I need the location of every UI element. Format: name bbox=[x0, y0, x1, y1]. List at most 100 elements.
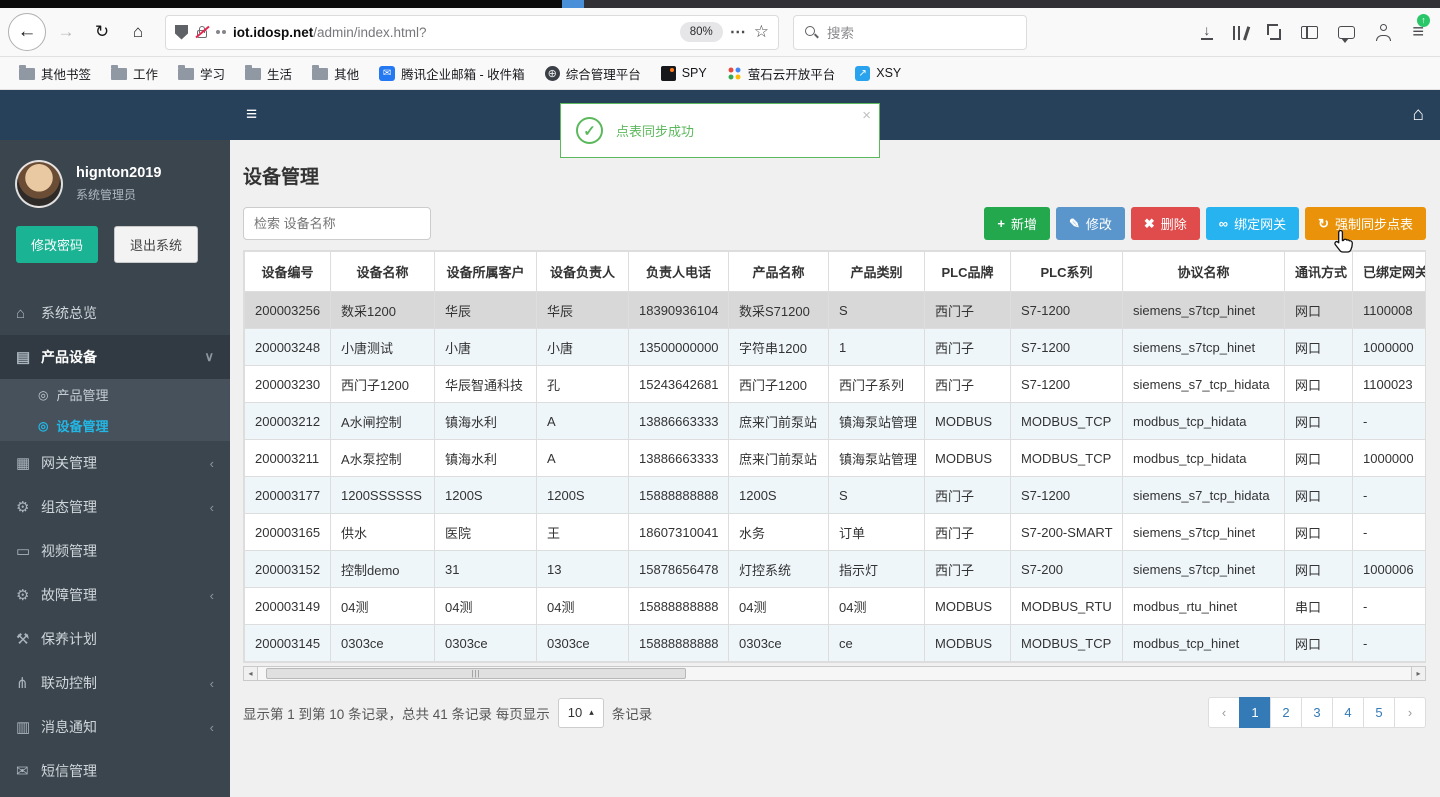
horizontal-scrollbar[interactable]: ◂ ||| ▸ bbox=[243, 666, 1426, 681]
page-number-button[interactable]: 1 bbox=[1239, 697, 1271, 728]
back-button[interactable]: ← bbox=[8, 13, 46, 51]
shield-icon[interactable] bbox=[175, 24, 188, 40]
table-row[interactable]: 200003145 0303ce 0303ce 0303ce 15888888888 03… bbox=[244, 624, 1425, 662]
column-header[interactable]: 设备所属客户 bbox=[434, 251, 537, 292]
link-icon: ∞ bbox=[1218, 216, 1229, 231]
bookmark-item[interactable]: 工作 bbox=[102, 60, 167, 87]
bookmark-item[interactable]: ✉ 腾讯企业邮箱 - 收件箱 bbox=[370, 60, 534, 87]
bookmark-item[interactable]: 萤石云开放平台 bbox=[718, 60, 845, 87]
sidebar-item-6[interactable]: ⚒ 保养计划 bbox=[0, 617, 230, 661]
device-search-input[interactable] bbox=[243, 207, 431, 240]
column-header[interactable]: 设备负责人 bbox=[536, 251, 629, 292]
page-number-button[interactable]: 5 bbox=[1363, 697, 1395, 728]
browser-home-button[interactable]: ⌂ bbox=[122, 16, 154, 48]
table-cell: S7-200 bbox=[1010, 550, 1123, 588]
url-bar[interactable]: iot.idosp.net/admin/index.html? 80% ⋯ ☆ bbox=[166, 15, 778, 49]
change-password-button[interactable]: 修改密码 bbox=[16, 226, 99, 263]
delete-button[interactable]: ✖ 删除 bbox=[1130, 207, 1200, 240]
column-header[interactable]: 产品类别 bbox=[828, 251, 925, 292]
sidebar-item-7[interactable]: ⋔ 联动控制 ‹ bbox=[0, 661, 230, 705]
sidebar-subitem-1-0[interactable]: ◎ 产品管理 bbox=[0, 379, 230, 410]
add-button[interactable]: + 新增 bbox=[984, 207, 1050, 240]
bookmark-star-icon[interactable]: ☆ bbox=[754, 22, 769, 42]
menu-icon[interactable]: ≡ ↑ bbox=[1412, 13, 1430, 44]
messages-icon[interactable] bbox=[1338, 25, 1356, 43]
sidebar-item-4[interactable]: ▭ 视频管理 bbox=[0, 529, 230, 573]
column-header[interactable]: PLC品牌 bbox=[924, 251, 1011, 292]
column-header[interactable]: 设备编号 bbox=[244, 251, 331, 292]
table-cell: MODBUS bbox=[924, 587, 1011, 625]
sidebar-toggle-icon[interactable] bbox=[1301, 25, 1319, 39]
column-header[interactable]: 通讯方式 bbox=[1284, 251, 1353, 292]
sidebar-item-8[interactable]: ▥ 消息通知 ‹ bbox=[0, 705, 230, 749]
scrollbar-track[interactable]: ||| bbox=[258, 666, 1411, 681]
sidebar-subitem-1-1[interactable]: ◎ 设备管理 bbox=[0, 410, 230, 441]
scroll-left-arrow[interactable]: ◂ bbox=[243, 666, 258, 681]
table-row[interactable]: 200003256 数采1200 华辰 华辰 18390936104 数采S71200 S 西… bbox=[244, 291, 1425, 329]
browser-search-bar[interactable]: 搜索 bbox=[794, 15, 1026, 49]
force-sync-button[interactable]: ↻ 强制同步点表 bbox=[1305, 207, 1426, 240]
bookmark-item[interactable]: 其他书签 bbox=[10, 60, 100, 87]
bookmark-item[interactable]: ↗ XSY bbox=[846, 62, 910, 85]
table-row[interactable]: 200003230 西门子1200 华辰智通科技孔 15243642681 西门子120… bbox=[244, 365, 1425, 403]
column-header[interactable]: 产品名称 bbox=[728, 251, 829, 292]
table-cell: - bbox=[1352, 513, 1425, 551]
bookmark-item[interactable]: ⊕ 综合管理平台 bbox=[536, 60, 650, 87]
table-cell: 0303ce bbox=[330, 624, 435, 662]
table-row[interactable]: 200003248 小唐测试 小唐 小唐 13500000000 字符串1200 1 西门子 S… bbox=[244, 328, 1425, 366]
sidebar-item-2[interactable]: ▦ 网关管理 ‹ bbox=[0, 441, 230, 485]
download-icon[interactable]: ↓ bbox=[1200, 23, 1213, 40]
permissions-icon[interactable] bbox=[216, 30, 226, 34]
page-actions-icon[interactable]: ⋯ bbox=[730, 22, 747, 42]
sidebar-item-9[interactable]: ✉ 短信管理 bbox=[0, 749, 230, 793]
reload-button[interactable]: ↻ bbox=[86, 16, 118, 48]
page-number-button[interactable]: 3 bbox=[1301, 697, 1333, 728]
scroll-right-arrow[interactable]: ▸ bbox=[1411, 666, 1426, 681]
success-check-icon: ✓ bbox=[576, 117, 603, 144]
page-next-button[interactable]: › bbox=[1394, 697, 1426, 728]
sidebar-collapse-icon[interactable]: ≡ bbox=[246, 104, 257, 126]
table-row[interactable]: 200003212 A水闸控制 镇海水利 A 13886663333 庶来门前泵站 镇海泵站… bbox=[244, 402, 1425, 440]
avatar[interactable] bbox=[15, 160, 63, 208]
logout-button[interactable]: 退出系统 bbox=[114, 226, 199, 263]
bookmark-item[interactable]: SPY bbox=[652, 62, 716, 85]
sidebar-item-0[interactable]: ⌂ 系统总览 bbox=[0, 291, 230, 335]
table-cell: - bbox=[1352, 402, 1425, 440]
table-row[interactable]: 200003149 04测 04测 04测 15888888888 04测 04测 MODBU… bbox=[244, 587, 1425, 625]
sidebar-item-3[interactable]: ⚙ 组态管理 ‹ bbox=[0, 485, 230, 529]
bookmark-item[interactable]: 学习 bbox=[169, 60, 234, 87]
account-icon[interactable] bbox=[1375, 23, 1392, 41]
table-cell: 网口 bbox=[1284, 550, 1353, 588]
bookmark-item[interactable]: 其他 bbox=[303, 60, 368, 87]
sidebar-item-1[interactable]: ▤ 产品设备 ∨ bbox=[0, 335, 230, 379]
app-home-icon[interactable]: ⌂ bbox=[1413, 104, 1424, 126]
table-row[interactable]: 200003177 1200SSSSSS 1200S 1200S 15888888888… bbox=[244, 476, 1425, 514]
active-tab-sliver[interactable] bbox=[562, 0, 584, 8]
toast-close-icon[interactable]: × bbox=[862, 107, 871, 124]
scrollbar-thumb[interactable]: ||| bbox=[266, 668, 686, 679]
bookmark-item[interactable]: 生活 bbox=[236, 60, 301, 87]
page-number-button[interactable]: 2 bbox=[1270, 697, 1302, 728]
column-header[interactable]: 负责人电话 bbox=[628, 251, 729, 292]
page-number-button[interactable]: 4 bbox=[1332, 697, 1364, 728]
screenshot-icon[interactable] bbox=[1265, 24, 1282, 40]
forward-button[interactable]: → bbox=[50, 16, 82, 48]
table-row[interactable]: 200003211 A水泵控制 镇海水利 A 13886663333 庶来门前泵站 镇海泵站… bbox=[244, 439, 1425, 477]
page-prev-button[interactable]: ‹ bbox=[1208, 697, 1240, 728]
pagination-info: 显示第 1 到第 10 条记录，总共 41 条记录 每页显示 bbox=[243, 706, 550, 722]
table-row[interactable]: 200003152 控制demo 31 13 15878656478 灯控系统 指示灯 西门子… bbox=[244, 550, 1425, 588]
bind-gateway-button[interactable]: ∞ 绑定网关 bbox=[1205, 207, 1300, 240]
library-icon[interactable] bbox=[1232, 25, 1250, 40]
zoom-indicator[interactable]: 80% bbox=[679, 22, 723, 42]
sidebar-item-5[interactable]: ⚙ 故障管理 ‹ bbox=[0, 573, 230, 617]
insecure-lock-icon[interactable] bbox=[195, 25, 210, 39]
url-text[interactable]: iot.idosp.net/admin/index.html? bbox=[233, 25, 673, 40]
column-header[interactable]: 协议名称 bbox=[1122, 251, 1285, 292]
table-row[interactable]: 200003165 供水 医院王 18607310041 水务 订单 西门子 S7-200-S… bbox=[244, 513, 1425, 551]
column-header[interactable]: 设备名称 bbox=[330, 251, 435, 292]
table-cell: siemens_s7tcp_hinet bbox=[1122, 550, 1285, 588]
page-size-select[interactable]: 10 ▴ bbox=[557, 697, 604, 728]
column-header[interactable]: PLC系列 bbox=[1010, 251, 1123, 292]
edit-button[interactable]: ✎ 修改 bbox=[1055, 207, 1125, 240]
column-header[interactable]: 已绑定网关 bbox=[1352, 251, 1425, 292]
